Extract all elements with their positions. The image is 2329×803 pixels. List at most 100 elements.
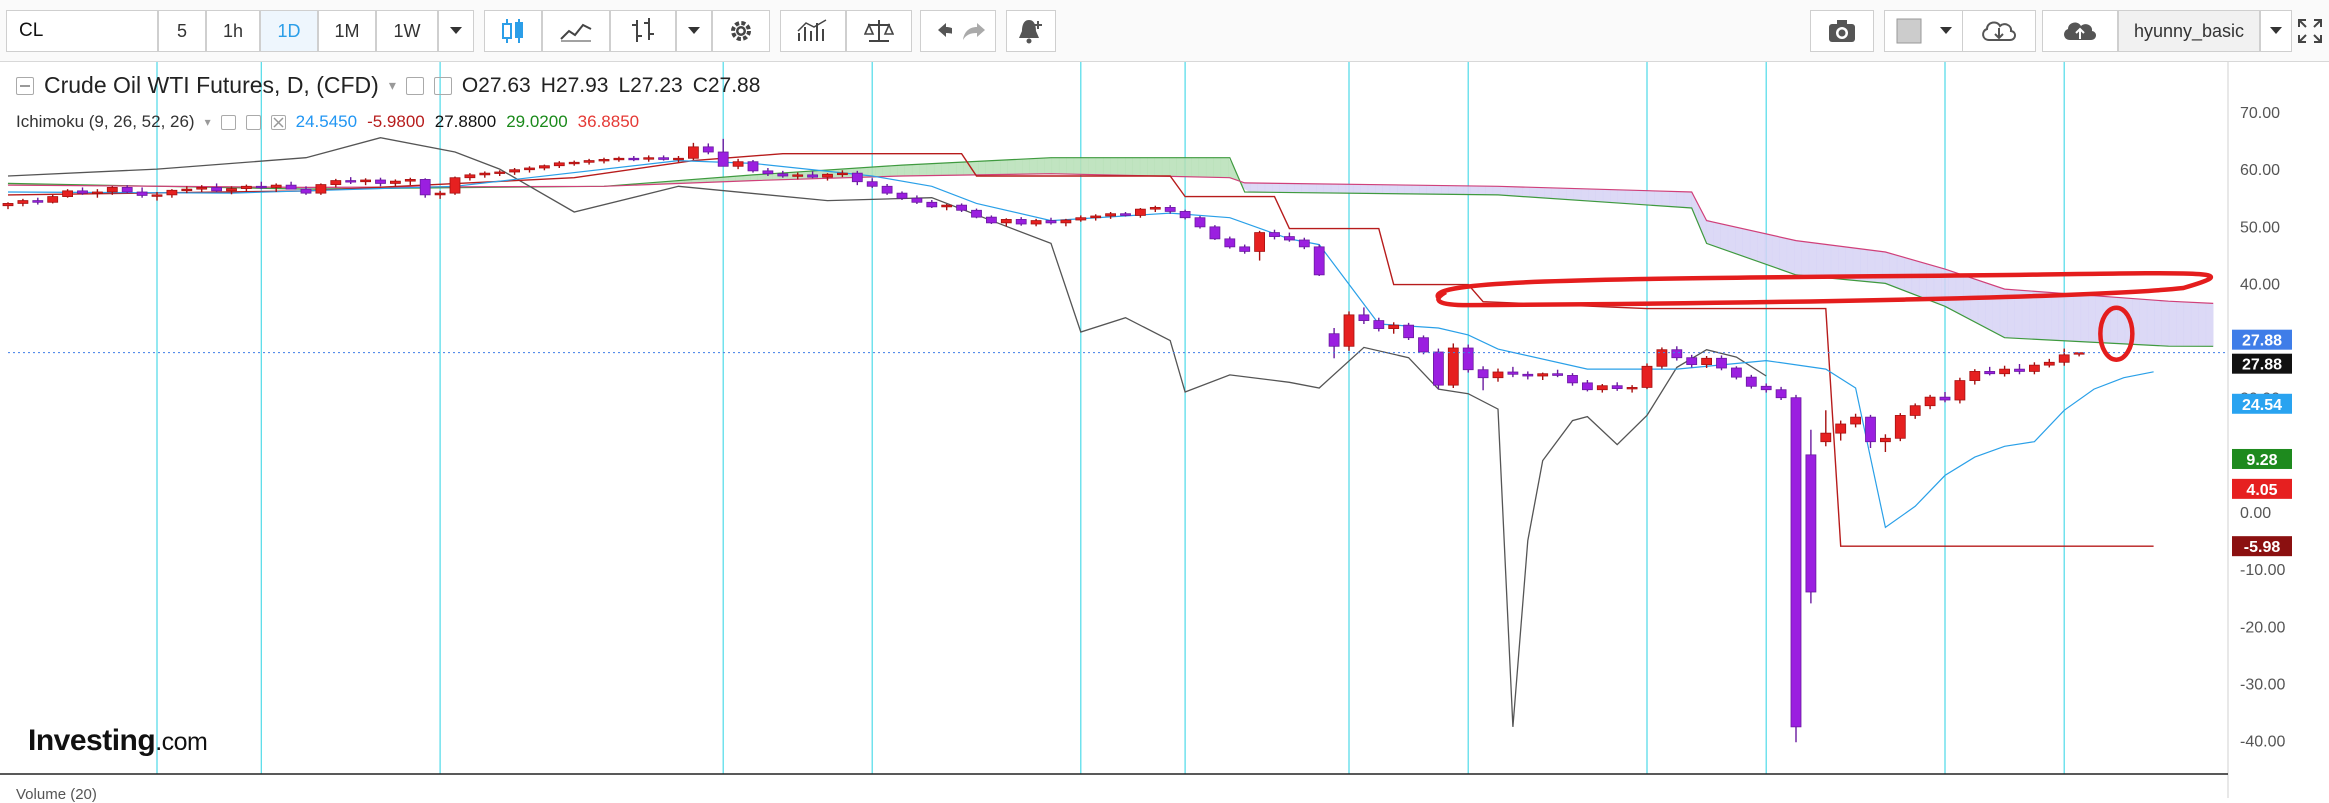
cloud-upload-icon[interactable] [2042,10,2118,52]
candle-body[interactable] [227,189,237,191]
candle-body[interactable] [1165,207,1175,211]
candle-body[interactable] [92,192,102,194]
alert-icon[interactable] [1006,10,1056,52]
candle-body[interactable] [2000,369,2010,374]
candle-body[interactable] [599,159,609,161]
candle-body[interactable] [271,185,281,187]
candle-body[interactable] [256,186,266,188]
eye-icon[interactable] [406,77,424,95]
indicators-icon[interactable] [780,10,846,52]
candle-body[interactable] [286,185,296,189]
candle-body[interactable] [212,187,222,190]
candle-body[interactable] [1284,237,1294,240]
candle-body[interactable] [1985,371,1995,373]
title-dropdown-icon[interactable]: ▾ [389,77,396,94]
candle-body[interactable] [629,158,639,160]
candle-body[interactable] [688,147,698,158]
candle-body[interactable] [316,185,326,194]
candle-body[interactable] [897,193,907,198]
candle-body[interactable] [1270,233,1280,237]
fullscreen-icon[interactable] [2292,10,2328,52]
candle-body[interactable] [107,187,117,192]
candle-body[interactable] [480,173,490,175]
candle-body[interactable] [1389,325,1399,328]
ichimoku-close-icon[interactable] [271,115,286,130]
candle-body[interactable] [1076,218,1086,220]
candle-body[interactable] [1672,350,1682,358]
candle-body[interactable] [3,203,13,205]
candle-body[interactable] [1299,240,1309,247]
candle-body[interactable] [1612,386,1622,389]
candle-body[interactable] [644,158,654,160]
candle-body[interactable] [1687,358,1697,365]
candle-body[interactable] [1374,321,1384,329]
candle-body[interactable] [182,189,192,191]
candle-body[interactable] [301,189,311,193]
candle-body[interactable] [495,172,505,174]
candle-body[interactable] [1523,374,1533,376]
candle-body[interactable] [435,193,445,195]
color-square-icon[interactable] [1884,10,1934,52]
candle-body[interactable] [748,162,758,171]
candle-body[interactable] [1195,218,1205,227]
candle-body[interactable] [972,210,982,217]
symbol-input[interactable] [6,10,158,52]
candle-body[interactable] [1538,374,1548,376]
candle-body[interactable] [420,179,430,194]
candle-body[interactable] [659,158,669,160]
candle-body[interactable] [1553,374,1563,376]
candle-body[interactable] [1731,368,1741,377]
candle-body[interactable] [167,190,177,195]
candle-body[interactable] [2059,355,2069,362]
candle-body[interactable] [1314,247,1324,275]
candle-body[interactable] [1717,358,1727,368]
candle-body[interactable] [1851,417,1861,424]
candle-body[interactable] [986,217,996,223]
candle-body[interactable] [569,162,579,164]
candle-body[interactable] [1940,397,1950,400]
candle-body[interactable] [852,173,862,182]
candle-body[interactable] [2029,365,2039,371]
candle-body[interactable] [1016,219,1026,224]
candle-body[interactable] [1255,233,1265,252]
candle-body[interactable] [927,202,937,207]
candle-body[interactable] [1225,239,1235,247]
candle-body[interactable] [1493,372,1503,378]
candle-body[interactable] [733,162,743,167]
redo-icon[interactable] [952,10,996,52]
candle-body[interactable] [137,192,147,195]
candle-body[interactable] [1001,219,1011,222]
candle-body[interactable] [1448,348,1458,385]
cloud-download-icon[interactable] [1962,10,2036,52]
candle-body[interactable] [674,158,684,160]
interval-1w[interactable]: 1W [376,10,438,52]
candle-body[interactable] [1433,352,1443,385]
gear-icon[interactable] [712,10,770,52]
candle-body[interactable] [1568,375,1578,382]
candle-body[interactable] [1880,438,1890,441]
interval-1d[interactable]: 1D [260,10,318,52]
camera-icon[interactable] [1810,10,1874,52]
ichimoku-eye-icon[interactable] [221,115,236,130]
candle-body[interactable] [1866,417,1876,442]
candle-body[interactable] [1702,358,1712,364]
candle-body[interactable] [197,187,207,189]
candle-body[interactable] [1821,433,1831,442]
candle-body[interactable] [1597,386,1607,390]
bars-icon[interactable] [610,10,676,52]
candle-body[interactable] [1508,372,1518,374]
candle-body[interactable] [405,179,415,181]
candle-body[interactable] [1955,381,1965,400]
candle-body[interactable] [2044,362,2054,365]
candle-body[interactable] [1478,370,1488,378]
candle-body[interactable] [763,171,773,174]
candle-body[interactable] [18,201,28,204]
candle-body[interactable] [2015,369,2025,371]
candle-body[interactable] [1046,221,1056,223]
collapse-icon[interactable] [16,77,34,95]
candle-body[interactable] [1210,227,1220,239]
candle-body[interactable] [122,187,132,192]
candle-body[interactable] [390,181,400,183]
candle-body[interactable] [957,205,967,210]
interval-dropdown-icon[interactable] [438,10,474,52]
